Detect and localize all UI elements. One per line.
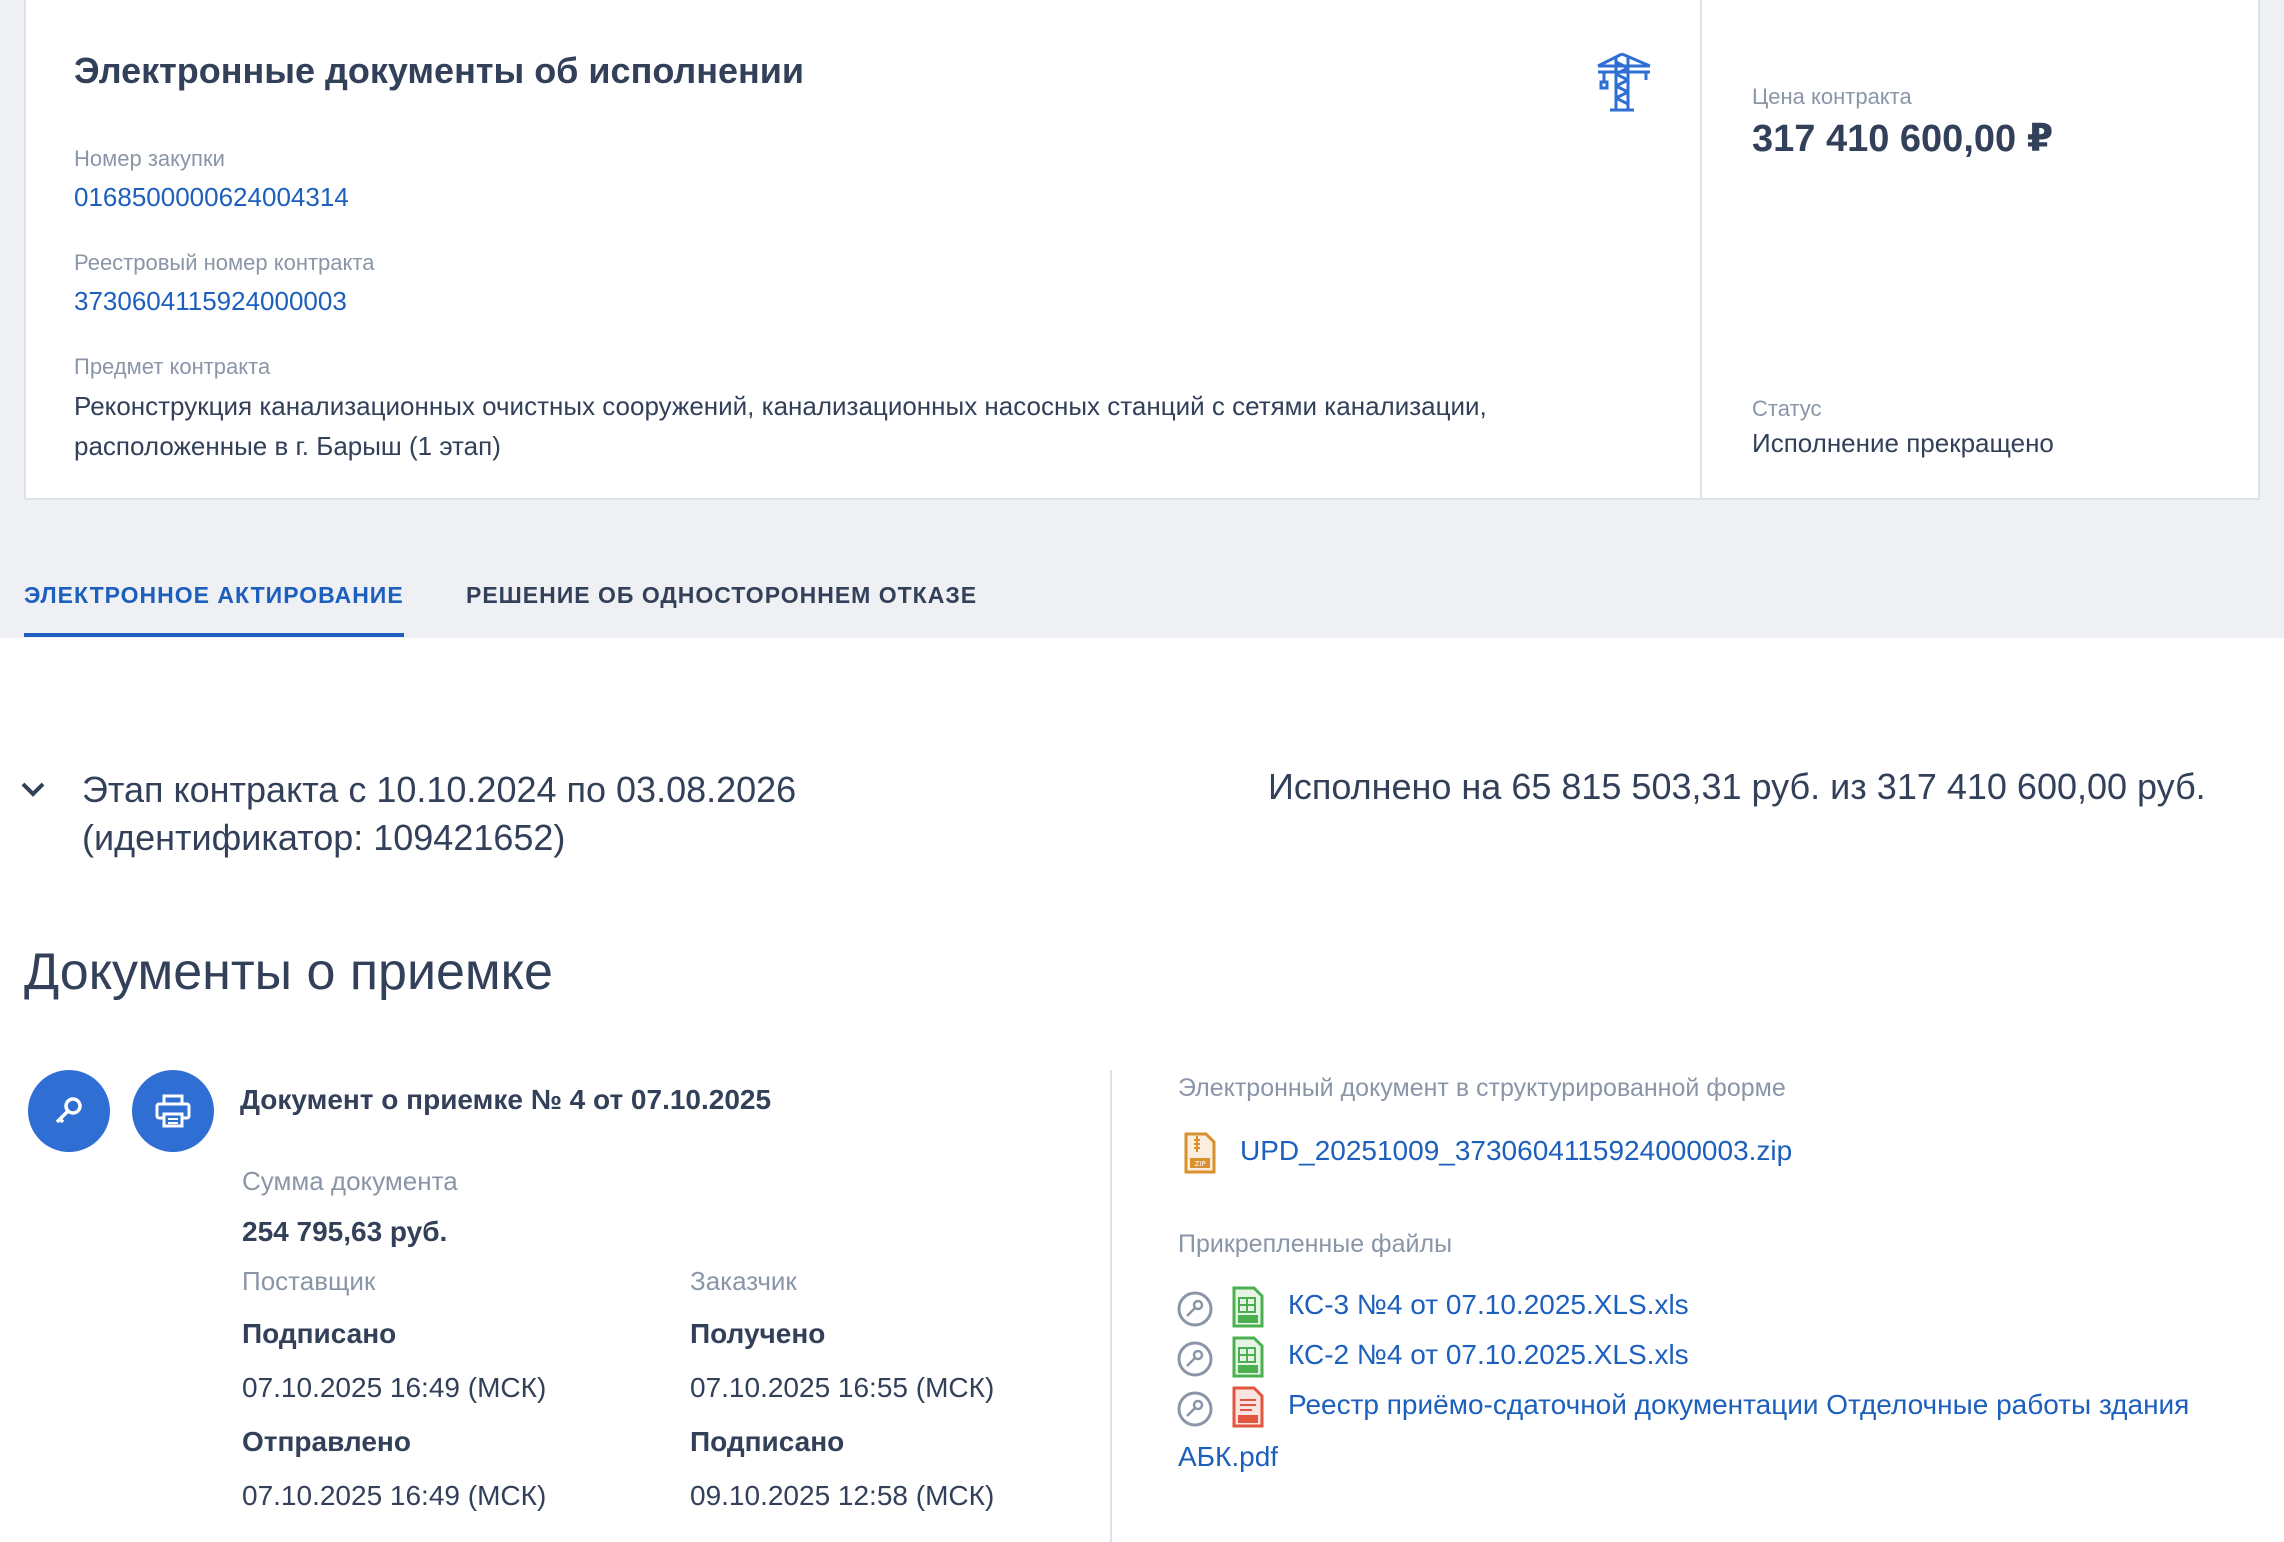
signature-key-icon[interactable] bbox=[1176, 1290, 1214, 1328]
attachment-link-registry-cont[interactable]: АБК.pdf bbox=[1178, 1432, 1278, 1482]
supplier-time-1: 07.10.2025 16:49 (МСК) bbox=[242, 1372, 547, 1403]
header-area: Электронные документы об исполнении Номе… bbox=[0, 0, 2284, 638]
chevron-down-icon[interactable] bbox=[18, 774, 48, 804]
svg-text:ZIP: ZIP bbox=[1194, 1160, 1205, 1168]
tab-electronic-acceptance[interactable]: ЭЛЕКТРОННОЕ АКТИРОВАНИЕ bbox=[24, 582, 404, 609]
supplier-status-2: Отправлено bbox=[242, 1426, 411, 1457]
status-label: Статус bbox=[1752, 396, 1822, 421]
supplier-time-2: 07.10.2025 16:49 (МСК) bbox=[242, 1480, 547, 1511]
tab-unilateral-refusal[interactable]: РЕШЕНИЕ ОБ ОДНОСТОРОННЕМ ОТКАЗЕ bbox=[466, 582, 977, 609]
print-button[interactable] bbox=[132, 1070, 214, 1152]
customer-status-1: Получено bbox=[690, 1318, 826, 1349]
key-icon bbox=[55, 1097, 82, 1124]
xls-file-icon bbox=[1232, 1336, 1264, 1378]
price-label: Цена контракта bbox=[1752, 84, 1912, 109]
signature-key-icon[interactable] bbox=[1176, 1340, 1214, 1378]
pdf-file-icon bbox=[1232, 1386, 1264, 1428]
printer-icon bbox=[155, 1094, 191, 1128]
section-title: Документы о приемке bbox=[24, 943, 553, 1001]
registry-number-label: Реестровый номер контракта bbox=[74, 250, 375, 275]
document-title: Документ о приемке № 4 от 07.10.2025 bbox=[240, 1084, 772, 1115]
executed-amount: Исполнено на 65 815 503,31 руб. из 317 4… bbox=[1268, 766, 2206, 807]
crane-icon bbox=[1597, 52, 1651, 112]
document-sum: 254 795,63 руб. bbox=[242, 1216, 448, 1247]
stage-identifier: (идентификатор: 109421652) bbox=[82, 817, 566, 858]
view-document-button[interactable] bbox=[28, 1070, 110, 1152]
customer-time-1: 07.10.2025 16:55 (МСК) bbox=[690, 1372, 995, 1403]
structured-file-link[interactable]: UPD_20251009_3730604115924000003.zip bbox=[1240, 1126, 1792, 1176]
attachments-label: Прикрепленные файлы bbox=[1178, 1230, 1453, 1258]
purchase-number-link[interactable]: 0168500000624004314 bbox=[74, 182, 349, 213]
subject-label: Предмет контракта bbox=[74, 354, 271, 379]
signature-key-icon[interactable] bbox=[1176, 1390, 1214, 1428]
zip-file-icon: ZIP bbox=[1184, 1132, 1216, 1174]
contract-card-main: Электронные документы об исполнении Номе… bbox=[26, 0, 1702, 498]
customer-status-2: Подписано bbox=[690, 1426, 845, 1457]
structured-doc-label: Электронный документ в структурированной… bbox=[1178, 1074, 1786, 1102]
stage-dates: Этап контракта с 10.10.2024 по 03.08.202… bbox=[82, 769, 797, 810]
attachment-link-registry[interactable]: Реестр приёмо-сдаточной документации Отд… bbox=[1288, 1380, 2189, 1430]
stage-title: Этап контракта с 10.10.2024 по 03.08.202… bbox=[82, 766, 796, 862]
purchase-number-label: Номер закупки bbox=[74, 146, 225, 171]
attachment-link-ks3[interactable]: КС-3 №4 от 07.10.2025.XLS.xls bbox=[1288, 1280, 1689, 1330]
supplier-status-1: Подписано bbox=[242, 1318, 397, 1349]
contract-card: Электронные документы об исполнении Номе… bbox=[24, 0, 2260, 500]
active-tab-indicator bbox=[24, 633, 404, 637]
contract-price: 317 410 600,00 ₽ bbox=[1752, 118, 2054, 160]
xls-file-icon bbox=[1232, 1286, 1264, 1328]
status-value: Исполнение прекращено bbox=[1752, 428, 2054, 458]
supplier-label: Поставщик bbox=[242, 1266, 376, 1296]
subject-text: Реконструкция канализационных очистных с… bbox=[74, 391, 1487, 461]
customer-time-2: 09.10.2025 12:58 (МСК) bbox=[690, 1480, 995, 1511]
document-sum-label: Сумма документа bbox=[242, 1166, 458, 1196]
vertical-divider bbox=[1110, 1070, 1112, 1542]
registry-number-link[interactable]: 3730604115924000003 bbox=[74, 286, 347, 317]
page-title: Электронные документы об исполнении bbox=[74, 50, 805, 91]
customer-label: Заказчик bbox=[690, 1266, 797, 1296]
attachment-link-ks2[interactable]: КС-2 №4 от 07.10.2025.XLS.xls bbox=[1288, 1330, 1689, 1380]
